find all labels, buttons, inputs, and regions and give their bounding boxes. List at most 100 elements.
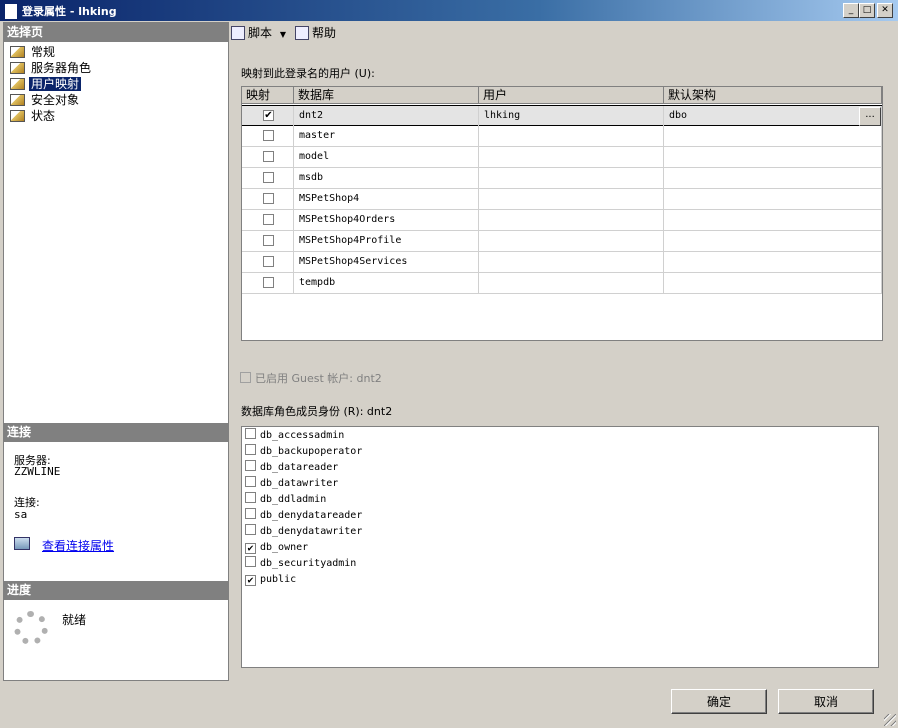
- column-header-map[interactable]: 映射: [242, 87, 294, 104]
- nav-item-label: 常规: [31, 45, 56, 59]
- schema-cell[interactable]: [664, 189, 882, 209]
- role-item[interactable]: db_securityadmin: [245, 556, 356, 572]
- role-item[interactable]: db_denydatawriter: [245, 524, 362, 540]
- map-cell: [242, 189, 294, 209]
- map-checkbox[interactable]: [263, 214, 274, 225]
- help-button[interactable]: 帮助: [295, 25, 336, 42]
- column-header-user[interactable]: 用户: [479, 87, 664, 104]
- role-item[interactable]: db_backupoperator: [245, 444, 362, 460]
- user-cell[interactable]: [479, 189, 664, 209]
- mapping-row[interactable]: model: [242, 147, 882, 168]
- role-checkbox[interactable]: [245, 428, 256, 439]
- user-cell[interactable]: [479, 231, 664, 251]
- progress-header: 进度: [4, 581, 228, 600]
- script-button[interactable]: 脚本 ▼: [231, 25, 286, 42]
- page-icon: [10, 94, 25, 106]
- mapping-row[interactable]: msdb: [242, 168, 882, 189]
- role-item[interactable]: ✔ db_owner: [245, 540, 308, 556]
- nav-item[interactable]: 常规: [10, 44, 57, 60]
- schema-cell[interactable]: [664, 126, 882, 146]
- user-cell[interactable]: [479, 126, 664, 146]
- mapping-label: 映射到此登录名的用户 (U):: [241, 67, 375, 80]
- map-checkbox[interactable]: [263, 130, 274, 141]
- ok-button[interactable]: 确定: [671, 689, 767, 714]
- window-icon: [4, 3, 18, 20]
- mapping-row[interactable]: tempdb: [242, 273, 882, 294]
- database-cell[interactable]: MSPetShop4Orders: [294, 210, 479, 230]
- map-checkbox[interactable]: [263, 256, 274, 267]
- database-cell[interactable]: msdb: [294, 168, 479, 188]
- nav-item[interactable]: 安全对象: [10, 92, 81, 108]
- mapping-row[interactable]: ✔ dnt2 lhking dbo...: [242, 105, 882, 126]
- server-value: ZZWLINE: [14, 465, 61, 478]
- map-checkbox[interactable]: [263, 277, 274, 288]
- chevron-down-icon: ▼: [279, 30, 286, 39]
- nav-item[interactable]: 服务器角色: [10, 60, 93, 76]
- schema-cell[interactable]: [664, 147, 882, 167]
- role-checkbox[interactable]: [245, 524, 256, 535]
- connection-header: 连接: [4, 423, 228, 442]
- role-checkbox[interactable]: ✔: [245, 575, 256, 586]
- role-item[interactable]: db_ddladmin: [245, 492, 326, 508]
- mapping-row[interactable]: MSPetShop4Orders: [242, 210, 882, 231]
- minimize-button[interactable]: _: [843, 3, 859, 18]
- nav-item[interactable]: 用户映射: [10, 76, 82, 92]
- nav-item[interactable]: 状态: [10, 108, 57, 124]
- database-cell[interactable]: MSPetShop4Services: [294, 252, 479, 272]
- schema-cell[interactable]: [664, 210, 882, 230]
- role-checkbox[interactable]: [245, 444, 256, 455]
- user-cell[interactable]: [479, 252, 664, 272]
- view-connection-properties-link[interactable]: 查看连接属性: [42, 537, 114, 554]
- map-checkbox[interactable]: [263, 193, 274, 204]
- database-cell[interactable]: MSPetShop4Profile: [294, 231, 479, 251]
- mapping-row[interactable]: master: [242, 126, 882, 147]
- page-icon: [10, 46, 25, 58]
- schema-cell[interactable]: dbo: [664, 106, 882, 126]
- role-item[interactable]: db_denydatareader: [245, 508, 362, 524]
- mapping-row[interactable]: MSPetShop4Services: [242, 252, 882, 273]
- column-header-default-schema[interactable]: 默认架构: [664, 87, 882, 104]
- maximize-button[interactable]: □: [859, 3, 875, 18]
- cancel-button[interactable]: 取消: [778, 689, 874, 714]
- map-cell: [242, 126, 294, 146]
- guest-checkbox-box: [240, 372, 251, 383]
- schema-cell[interactable]: [664, 252, 882, 272]
- role-item[interactable]: db_datareader: [245, 460, 338, 476]
- database-cell[interactable]: master: [294, 126, 479, 146]
- mapping-row[interactable]: MSPetShop4: [242, 189, 882, 210]
- map-checkbox[interactable]: [263, 235, 274, 246]
- browse-schema-button[interactable]: ...: [859, 107, 881, 126]
- schema-cell[interactable]: [664, 231, 882, 251]
- role-checkbox[interactable]: [245, 476, 256, 487]
- role-checkbox[interactable]: [245, 460, 256, 471]
- role-item[interactable]: db_accessadmin: [245, 428, 344, 444]
- role-item[interactable]: ✔ public: [245, 572, 296, 588]
- database-cell[interactable]: dnt2: [294, 106, 479, 126]
- database-cell[interactable]: MSPetShop4: [294, 189, 479, 209]
- close-button[interactable]: ✕: [877, 3, 893, 18]
- role-checkbox[interactable]: ✔: [245, 543, 256, 554]
- map-checkbox[interactable]: [263, 172, 274, 183]
- column-header-database[interactable]: 数据库: [294, 87, 479, 104]
- schema-cell[interactable]: [664, 273, 882, 293]
- database-cell[interactable]: model: [294, 147, 479, 167]
- map-checkbox[interactable]: [263, 151, 274, 162]
- role-checkbox[interactable]: [245, 508, 256, 519]
- page-icon: [10, 110, 25, 122]
- role-item[interactable]: db_datawriter: [245, 476, 338, 492]
- role-label: db_denydatareader: [260, 510, 363, 521]
- role-checkbox[interactable]: [245, 556, 256, 567]
- user-cell[interactable]: lhking: [479, 106, 664, 126]
- user-cell[interactable]: [479, 273, 664, 293]
- schema-cell[interactable]: [664, 168, 882, 188]
- database-cell[interactable]: tempdb: [294, 273, 479, 293]
- mapping-row[interactable]: MSPetShop4Profile: [242, 231, 882, 252]
- role-checkbox[interactable]: [245, 492, 256, 503]
- user-cell[interactable]: [479, 210, 664, 230]
- map-checkbox[interactable]: ✔: [263, 110, 274, 121]
- connection-value: sa: [14, 508, 28, 521]
- user-cell[interactable]: [479, 147, 664, 167]
- resize-grip[interactable]: [884, 714, 896, 726]
- user-cell[interactable]: [479, 168, 664, 188]
- window-title: 登录属性 - lhking: [22, 5, 117, 18]
